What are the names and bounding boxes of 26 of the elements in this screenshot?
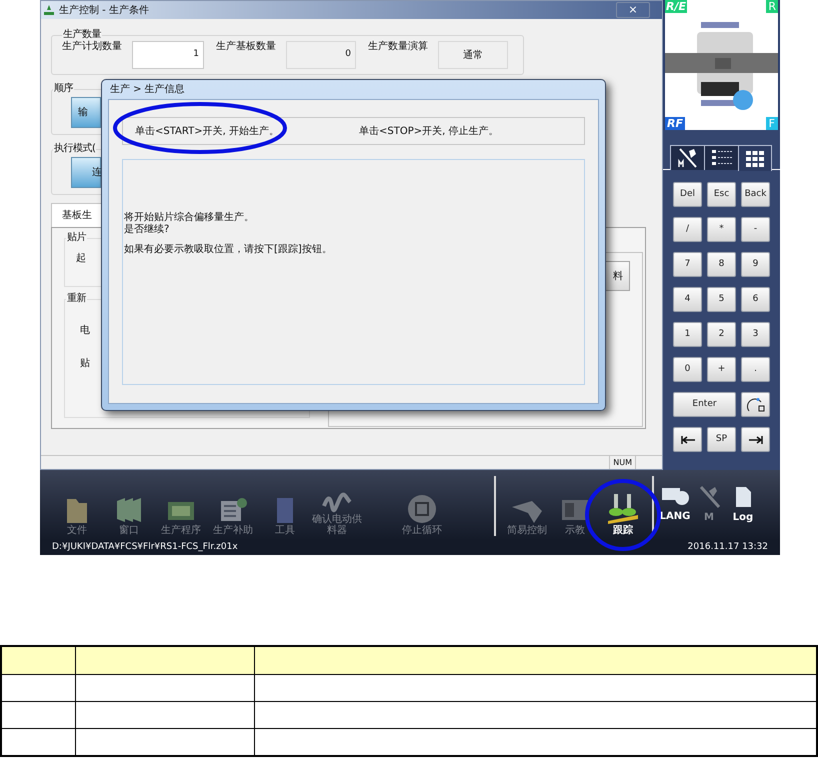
- field-label: 生产数量演算: [368, 40, 429, 54]
- corner-label: RF: [665, 117, 685, 130]
- message-text: 如果有必要示教吸取位置，请按下[跟踪]按钮。: [124, 244, 333, 255]
- message-text: 将开始贴片综合偏移量生产。: [124, 212, 255, 223]
- board-quantity-field: 0: [286, 41, 356, 69]
- option-label: 起: [76, 253, 86, 264]
- group-label: 重新: [66, 293, 87, 305]
- option-label: 电: [80, 324, 91, 338]
- file-path: D:¥JUKI¥DATA¥FCS¥Flr¥RS1-FCS_Flr.z01x: [52, 540, 238, 554]
- message-text: 是否继续?: [124, 224, 170, 235]
- hint-text: 单击<STOP>开关, 停止生产。: [359, 124, 500, 138]
- group-label: 执行模式(: [53, 143, 96, 155]
- group-label: 顺序: [53, 83, 74, 95]
- field-label: 生产基板数量: [216, 40, 277, 54]
- dialog-title: 生产 > 生产信息: [109, 82, 185, 97]
- corner-label: F: [766, 117, 778, 130]
- option-label: 贴: [80, 356, 91, 371]
- corner-label: R/E: [665, 0, 688, 13]
- num-lock-indicator: NUM: [609, 456, 636, 469]
- field-label: 生产计划数量: [62, 40, 123, 54]
- group-label: 生产数量: [62, 29, 102, 40]
- corner-label: R: [766, 0, 778, 13]
- date-time: 2016.11.17 13:32: [688, 540, 768, 554]
- hint-text: 单击<START>开关, 开始生产。: [135, 124, 279, 138]
- group-label: 贴片: [66, 232, 87, 244]
- window-title: 生产控制 - 生产条件: [59, 4, 149, 18]
